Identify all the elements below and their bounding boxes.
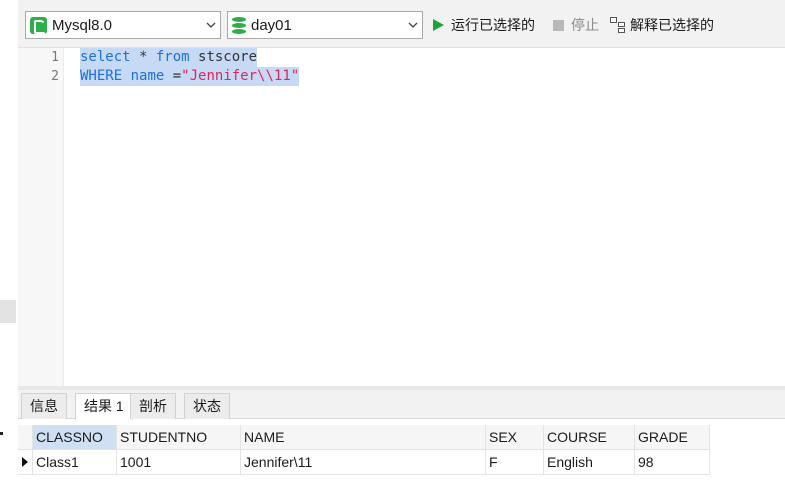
database-icon	[232, 16, 246, 34]
table-identifier: stscore	[189, 49, 258, 65]
row-header-corner	[18, 425, 33, 450]
code-line-1[interactable]: select * from stscore	[80, 48, 258, 67]
database-select-value: day01	[251, 16, 292, 34]
tab-info[interactable]: 信息	[21, 393, 67, 419]
run-selected-label: 运行已选择的	[451, 17, 535, 33]
operator-equals: =	[172, 68, 182, 84]
column-header-grade[interactable]: GRADE	[635, 425, 710, 450]
grid-header-row: CLASSNO STUDENTNO NAME SEX COURSE GRADE	[18, 425, 710, 450]
column-header-course[interactable]: COURSE	[544, 425, 635, 450]
connection-select[interactable]: Mysql8.0	[25, 11, 221, 39]
table-cell[interactable]: English	[544, 450, 635, 475]
keyword-from: from	[155, 49, 190, 65]
column-header-classno[interactable]: CLASSNO	[33, 425, 117, 450]
stop-button[interactable]: 停止	[553, 14, 599, 36]
tab-profile[interactable]: 剖析	[130, 393, 176, 419]
column-header-sex[interactable]: SEX	[486, 425, 544, 450]
run-selected-button[interactable]: 运行已选择的	[433, 14, 535, 36]
explain-plan-icon	[610, 17, 626, 33]
chevron-down-icon[interactable]	[404, 22, 422, 28]
side-panel-marker[interactable]	[0, 300, 16, 323]
operator-star: *	[130, 49, 156, 65]
tab-result-1[interactable]: 结果 1	[75, 393, 133, 420]
table-row[interactable]: Class1 1001 Jennifer\11 F English 98	[18, 450, 710, 475]
column-identifier: name	[122, 68, 173, 84]
current-row-arrow-icon	[22, 457, 28, 467]
play-icon	[433, 19, 444, 31]
keyword-select: select	[80, 49, 131, 65]
table-cell[interactable]: 1001	[117, 450, 241, 475]
code-line-2[interactable]: WHERE name ="Jennifer\\11"	[80, 67, 300, 86]
database-select[interactable]: day01	[227, 11, 423, 39]
current-row-indicator[interactable]	[18, 450, 33, 475]
table-cell[interactable]: Jennifer\11	[241, 450, 486, 475]
connection-select-value: Mysql8.0	[52, 16, 113, 34]
stop-icon	[553, 19, 564, 31]
chevron-down-icon[interactable]	[202, 22, 220, 28]
result-grid: CLASSNO STUDENTNO NAME SEX COURSE GRADE …	[18, 420, 785, 490]
result-tabs: 信息 结果 1 剖析 状态	[18, 390, 785, 420]
line-number: 1	[51, 50, 59, 65]
column-header-studentno[interactable]: STUDENTNO	[117, 425, 241, 450]
explain-selected-button[interactable]: 解释已选择的	[610, 14, 714, 36]
table-cell[interactable]: Class1	[33, 450, 117, 475]
line-number-gutter: 1 2	[18, 48, 64, 386]
stop-label: 停止	[571, 17, 599, 33]
sql-editor[interactable]: 1 2 select * from stscore WHERE name ="J…	[18, 48, 785, 386]
query-toolbar: Mysql8.0 day01 运行已选择的 停止 解释已选择的	[18, 0, 785, 48]
side-panel-dot	[0, 432, 3, 435]
explain-selected-label: 解释已选择的	[630, 17, 714, 33]
app-left-edge	[0, 0, 18, 490]
tab-status[interactable]: 状态	[184, 393, 230, 419]
table-cell[interactable]: F	[486, 450, 544, 475]
line-number: 2	[51, 69, 59, 84]
string-literal: "Jennifer\\11"	[181, 68, 300, 84]
keyword-where: WHERE	[80, 68, 123, 84]
mysql-connection-icon	[30, 16, 47, 34]
column-header-name[interactable]: NAME	[241, 425, 486, 450]
table-cell[interactable]: 98	[635, 450, 710, 475]
